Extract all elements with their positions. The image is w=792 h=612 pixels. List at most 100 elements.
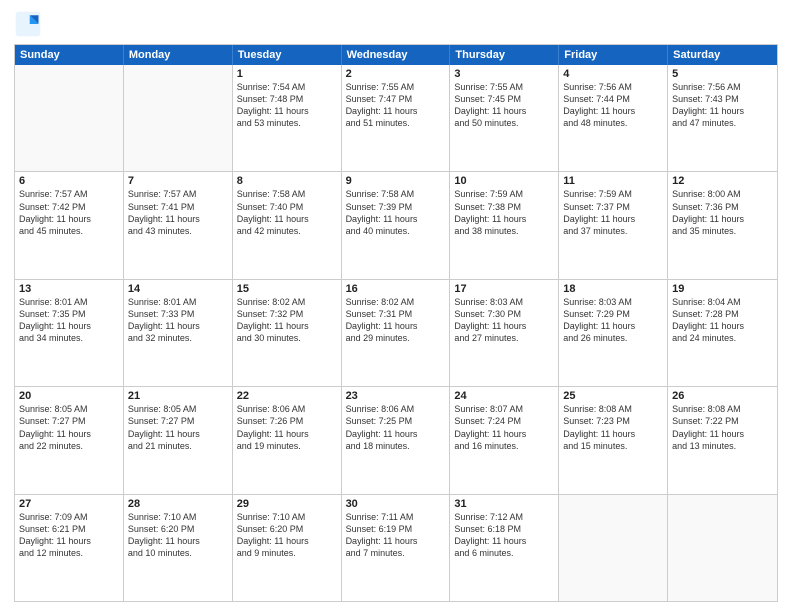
day-cell [668,495,777,601]
day-number: 12 [672,175,773,187]
day-number: 15 [237,283,337,295]
day-info: Sunrise: 7:11 AM Sunset: 6:19 PM Dayligh… [346,511,446,560]
week-row-2: 6Sunrise: 7:57 AM Sunset: 7:42 PM Daylig… [15,172,777,279]
day-cell: 25Sunrise: 8:08 AM Sunset: 7:23 PM Dayli… [559,387,668,493]
day-number: 22 [237,390,337,402]
week-row-4: 20Sunrise: 8:05 AM Sunset: 7:27 PM Dayli… [15,387,777,494]
day-number: 18 [563,283,663,295]
day-info: Sunrise: 8:03 AM Sunset: 7:30 PM Dayligh… [454,296,554,345]
day-cell: 24Sunrise: 8:07 AM Sunset: 7:24 PM Dayli… [450,387,559,493]
day-header-thursday: Thursday [450,45,559,65]
day-info: Sunrise: 7:56 AM Sunset: 7:43 PM Dayligh… [672,81,773,130]
day-cell: 22Sunrise: 8:06 AM Sunset: 7:26 PM Dayli… [233,387,342,493]
day-cell: 8Sunrise: 7:58 AM Sunset: 7:40 PM Daylig… [233,172,342,278]
day-cell: 14Sunrise: 8:01 AM Sunset: 7:33 PM Dayli… [124,280,233,386]
day-cell: 23Sunrise: 8:06 AM Sunset: 7:25 PM Dayli… [342,387,451,493]
day-number: 25 [563,390,663,402]
day-cell: 26Sunrise: 8:08 AM Sunset: 7:22 PM Dayli… [668,387,777,493]
day-cell: 20Sunrise: 8:05 AM Sunset: 7:27 PM Dayli… [15,387,124,493]
day-number: 13 [19,283,119,295]
day-cell: 30Sunrise: 7:11 AM Sunset: 6:19 PM Dayli… [342,495,451,601]
day-header-tuesday: Tuesday [233,45,342,65]
day-number: 24 [454,390,554,402]
day-header-sunday: Sunday [15,45,124,65]
day-number: 28 [128,498,228,510]
day-cell: 7Sunrise: 7:57 AM Sunset: 7:41 PM Daylig… [124,172,233,278]
day-cell: 16Sunrise: 8:02 AM Sunset: 7:31 PM Dayli… [342,280,451,386]
day-number: 17 [454,283,554,295]
day-number: 23 [346,390,446,402]
day-cell [124,65,233,171]
day-cell: 17Sunrise: 8:03 AM Sunset: 7:30 PM Dayli… [450,280,559,386]
day-number: 2 [346,68,446,80]
logo [14,10,46,38]
day-info: Sunrise: 7:55 AM Sunset: 7:45 PM Dayligh… [454,81,554,130]
day-cell [559,495,668,601]
day-number: 10 [454,175,554,187]
logo-icon [14,10,42,38]
day-info: Sunrise: 7:55 AM Sunset: 7:47 PM Dayligh… [346,81,446,130]
day-info: Sunrise: 8:04 AM Sunset: 7:28 PM Dayligh… [672,296,773,345]
day-cell: 4Sunrise: 7:56 AM Sunset: 7:44 PM Daylig… [559,65,668,171]
day-number: 9 [346,175,446,187]
day-cell: 19Sunrise: 8:04 AM Sunset: 7:28 PM Dayli… [668,280,777,386]
day-info: Sunrise: 7:57 AM Sunset: 7:41 PM Dayligh… [128,188,228,237]
day-info: Sunrise: 7:54 AM Sunset: 7:48 PM Dayligh… [237,81,337,130]
day-info: Sunrise: 7:09 AM Sunset: 6:21 PM Dayligh… [19,511,119,560]
day-info: Sunrise: 7:10 AM Sunset: 6:20 PM Dayligh… [128,511,228,560]
day-info: Sunrise: 8:05 AM Sunset: 7:27 PM Dayligh… [19,403,119,452]
day-cell: 2Sunrise: 7:55 AM Sunset: 7:47 PM Daylig… [342,65,451,171]
day-cell: 21Sunrise: 8:05 AM Sunset: 7:27 PM Dayli… [124,387,233,493]
day-number: 7 [128,175,228,187]
day-cell: 31Sunrise: 7:12 AM Sunset: 6:18 PM Dayli… [450,495,559,601]
day-info: Sunrise: 8:06 AM Sunset: 7:26 PM Dayligh… [237,403,337,452]
day-number: 6 [19,175,119,187]
day-info: Sunrise: 8:02 AM Sunset: 7:32 PM Dayligh… [237,296,337,345]
week-row-1: 1Sunrise: 7:54 AM Sunset: 7:48 PM Daylig… [15,65,777,172]
day-cell [15,65,124,171]
day-info: Sunrise: 7:56 AM Sunset: 7:44 PM Dayligh… [563,81,663,130]
day-number: 30 [346,498,446,510]
day-number: 5 [672,68,773,80]
day-cell: 1Sunrise: 7:54 AM Sunset: 7:48 PM Daylig… [233,65,342,171]
day-number: 3 [454,68,554,80]
day-cell: 9Sunrise: 7:58 AM Sunset: 7:39 PM Daylig… [342,172,451,278]
day-cell: 13Sunrise: 8:01 AM Sunset: 7:35 PM Dayli… [15,280,124,386]
day-info: Sunrise: 8:01 AM Sunset: 7:35 PM Dayligh… [19,296,119,345]
day-info: Sunrise: 8:03 AM Sunset: 7:29 PM Dayligh… [563,296,663,345]
day-number: 20 [19,390,119,402]
day-header-friday: Friday [559,45,668,65]
day-info: Sunrise: 8:00 AM Sunset: 7:36 PM Dayligh… [672,188,773,237]
day-number: 14 [128,283,228,295]
day-info: Sunrise: 8:05 AM Sunset: 7:27 PM Dayligh… [128,403,228,452]
day-number: 8 [237,175,337,187]
day-header-wednesday: Wednesday [342,45,451,65]
day-info: Sunrise: 7:10 AM Sunset: 6:20 PM Dayligh… [237,511,337,560]
day-info: Sunrise: 7:57 AM Sunset: 7:42 PM Dayligh… [19,188,119,237]
day-number: 16 [346,283,446,295]
day-cell: 18Sunrise: 8:03 AM Sunset: 7:29 PM Dayli… [559,280,668,386]
day-number: 11 [563,175,663,187]
day-info: Sunrise: 7:12 AM Sunset: 6:18 PM Dayligh… [454,511,554,560]
day-number: 4 [563,68,663,80]
day-number: 1 [237,68,337,80]
day-info: Sunrise: 8:01 AM Sunset: 7:33 PM Dayligh… [128,296,228,345]
day-headers: SundayMondayTuesdayWednesdayThursdayFrid… [15,45,777,65]
day-number: 27 [19,498,119,510]
day-cell: 29Sunrise: 7:10 AM Sunset: 6:20 PM Dayli… [233,495,342,601]
day-number: 19 [672,283,773,295]
day-info: Sunrise: 8:08 AM Sunset: 7:23 PM Dayligh… [563,403,663,452]
day-header-saturday: Saturday [668,45,777,65]
day-info: Sunrise: 7:58 AM Sunset: 7:39 PM Dayligh… [346,188,446,237]
day-cell: 5Sunrise: 7:56 AM Sunset: 7:43 PM Daylig… [668,65,777,171]
day-info: Sunrise: 8:02 AM Sunset: 7:31 PM Dayligh… [346,296,446,345]
day-cell: 27Sunrise: 7:09 AM Sunset: 6:21 PM Dayli… [15,495,124,601]
day-cell: 10Sunrise: 7:59 AM Sunset: 7:38 PM Dayli… [450,172,559,278]
day-number: 26 [672,390,773,402]
day-number: 21 [128,390,228,402]
day-cell: 15Sunrise: 8:02 AM Sunset: 7:32 PM Dayli… [233,280,342,386]
day-cell: 3Sunrise: 7:55 AM Sunset: 7:45 PM Daylig… [450,65,559,171]
day-cell: 28Sunrise: 7:10 AM Sunset: 6:20 PM Dayli… [124,495,233,601]
day-info: Sunrise: 8:06 AM Sunset: 7:25 PM Dayligh… [346,403,446,452]
day-cell: 12Sunrise: 8:00 AM Sunset: 7:36 PM Dayli… [668,172,777,278]
